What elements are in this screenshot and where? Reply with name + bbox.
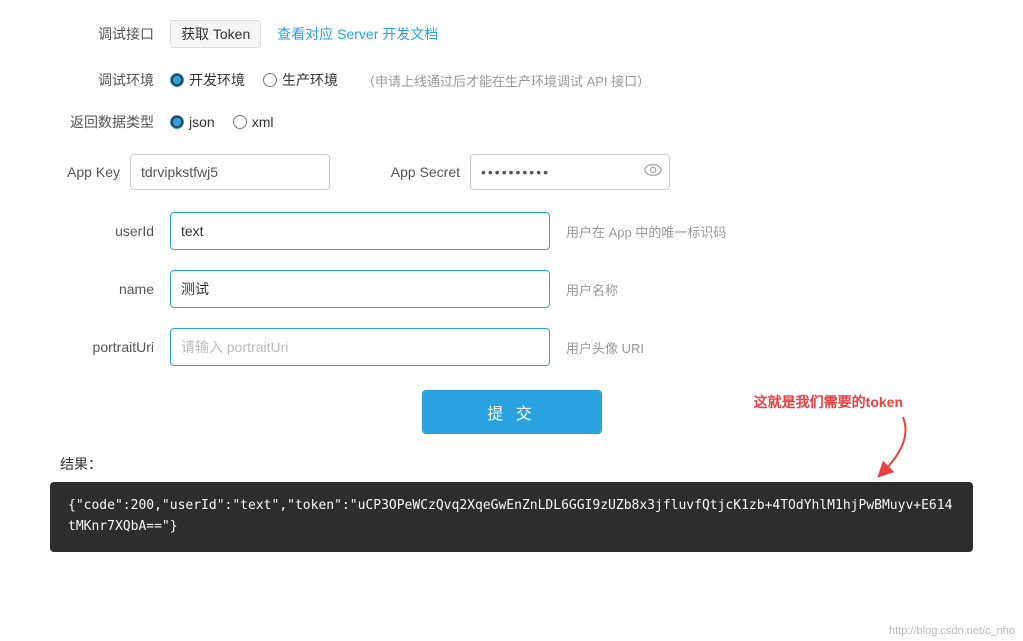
- env-label: 调试环境: [40, 70, 170, 90]
- field-row-name: name 用户名称: [40, 270, 983, 308]
- token-badge: 获取 Token: [170, 20, 261, 48]
- field-hint-portraitUri: 用户头像 URI: [566, 338, 644, 357]
- return-type-row: 返回数据类型 json xml: [40, 112, 983, 132]
- return-xml-radio[interactable]: [233, 115, 247, 129]
- field-label-userId: userId: [40, 223, 170, 239]
- env-note: （申请上线通过后才能在生产环境调试 API 接口）: [362, 71, 650, 90]
- appkey-group: App Key: [40, 154, 330, 190]
- return-json-radio[interactable]: [170, 115, 184, 129]
- annotation-wrapper: 这就是我们需要的token {"code":200,"userId":"text…: [40, 482, 983, 552]
- return-json-option[interactable]: json: [170, 114, 215, 130]
- appkey-input[interactable]: [130, 154, 330, 190]
- field-rows: userId 用户在 App 中的唯一标识码 name 用户名称 portraitUri…: [40, 212, 983, 366]
- result-section: 结果： 这就是我们需要的token {"code":200,"userId":"…: [40, 454, 983, 552]
- return-xml-option[interactable]: xml: [233, 114, 274, 130]
- field-label-portraitUri: portraitUri: [40, 339, 170, 355]
- appkey-label: App Key: [40, 164, 120, 180]
- appsecret-wrapper: [470, 154, 670, 190]
- env-row: 调试环境 开发环境 生产环境 （申请上线通过后才能在生产环境调试 API 接口）: [40, 70, 983, 90]
- env-dev-label: 开发环境: [189, 70, 245, 90]
- field-hint-name: 用户名称: [566, 280, 618, 299]
- top-row: 调试接口 获取 Token 查看对应 Server 开发文档: [40, 20, 983, 48]
- env-dev-radio[interactable]: [170, 73, 184, 87]
- field-input-name[interactable]: [170, 270, 550, 308]
- field-hint-userId: 用户在 App 中的唯一标识码: [566, 222, 726, 241]
- env-prod-label: 生产环境: [282, 70, 338, 90]
- watermark: http://blog.csdn.net/c_nho: [889, 625, 1015, 637]
- submit-button[interactable]: 提 交: [422, 390, 602, 434]
- result-box: {"code":200,"userId":"text","token":"uCP…: [50, 482, 973, 552]
- field-row-portraitUri: portraitUri 用户头像 URI: [40, 328, 983, 366]
- field-input-userId[interactable]: [170, 212, 550, 250]
- return-type-controls: json xml: [170, 114, 983, 130]
- appsecret-label: App Secret: [370, 164, 460, 180]
- env-radio-group: 开发环境 生产环境 （申请上线通过后才能在生产环境调试 API 接口）: [170, 70, 650, 90]
- return-xml-label: xml: [252, 114, 274, 130]
- field-row-userId: userId 用户在 App 中的唯一标识码: [40, 212, 983, 250]
- return-type-label: 返回数据类型: [40, 112, 170, 132]
- annotation-text: 这就是我们需要的token: [754, 392, 903, 412]
- result-label: 结果：: [40, 454, 983, 474]
- env-prod-radio[interactable]: [263, 73, 277, 87]
- server-doc-link[interactable]: 查看对应 Server 开发文档: [277, 24, 438, 44]
- field-label-name: name: [40, 281, 170, 297]
- debug-interface-label: 调试接口: [40, 24, 170, 44]
- field-input-portraitUri[interactable]: [170, 328, 550, 366]
- toggle-secret-button[interactable]: [644, 161, 662, 183]
- appkey-row: App Key App Secret: [40, 154, 983, 190]
- appsecret-group: App Secret: [370, 154, 670, 190]
- env-dev-option[interactable]: 开发环境: [170, 70, 245, 90]
- annotation-arrow: [843, 412, 923, 482]
- return-type-radio-group: json xml: [170, 114, 273, 130]
- return-json-label: json: [189, 114, 215, 130]
- appsecret-input[interactable]: [470, 154, 670, 190]
- env-prod-option[interactable]: 生产环境: [263, 70, 338, 90]
- env-controls: 开发环境 生产环境 （申请上线通过后才能在生产环境调试 API 接口）: [170, 70, 983, 90]
